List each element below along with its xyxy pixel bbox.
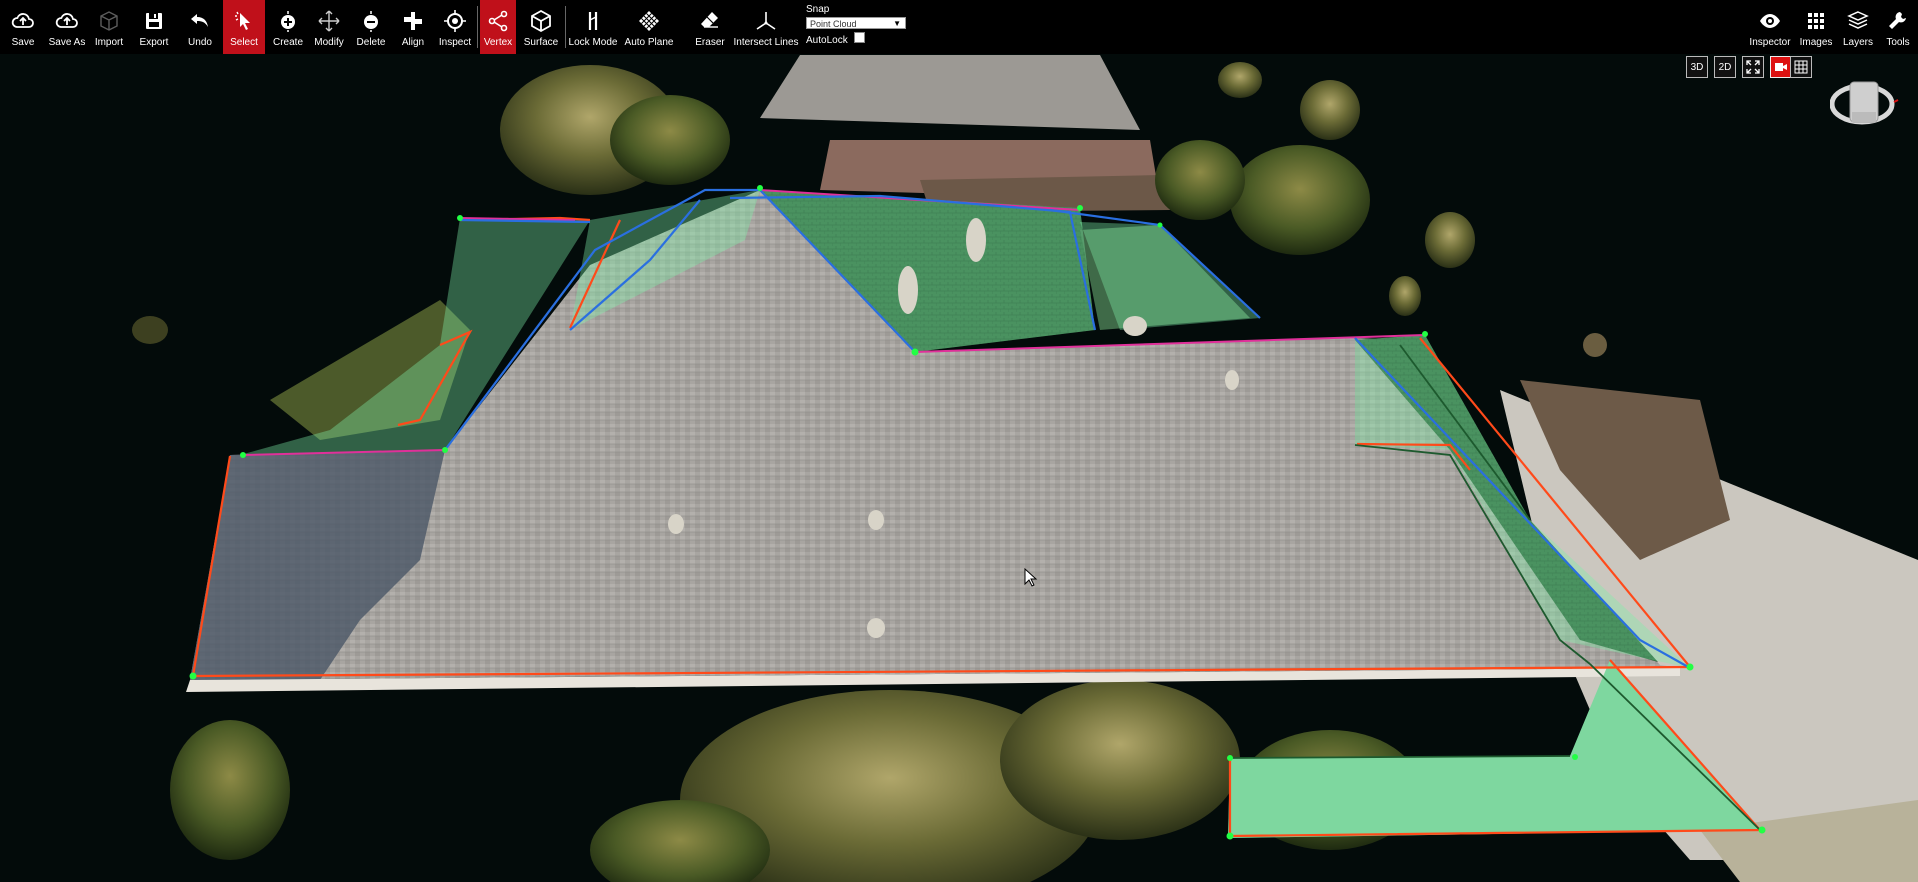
- cloud-upload-icon: [53, 7, 81, 35]
- cube-icon: [527, 7, 555, 35]
- grid-toggle-button[interactable]: [1790, 56, 1812, 78]
- align-label: Align: [401, 37, 425, 48]
- modify-button[interactable]: Modify: [312, 0, 346, 54]
- crosshair-icon: [441, 7, 469, 35]
- view-2d-button[interactable]: 2D: [1714, 56, 1736, 78]
- eraser-icon: [696, 7, 724, 35]
- align-button[interactable]: Align: [398, 0, 428, 54]
- inspect-label: Inspect: [438, 37, 472, 48]
- autolock-label: AutoLock: [806, 35, 848, 46]
- inspector-label: Inspector: [1749, 37, 1791, 48]
- tools-button[interactable]: Tools: [1882, 0, 1914, 54]
- import-label: Import: [94, 37, 124, 48]
- snap-group: Snap Point Cloud ▼ AutoLock: [806, 4, 916, 52]
- mouse-cursor-icon: [1024, 568, 1038, 587]
- main-toolbar: Save Save As Import Export Undo Select C…: [0, 0, 1918, 54]
- intersect-lines-label: Intersect Lines: [733, 37, 799, 48]
- export-button[interactable]: Export: [138, 0, 170, 54]
- wrench-icon: [1884, 7, 1912, 35]
- pointer-icon: [230, 7, 258, 35]
- create-label: Create: [272, 37, 303, 48]
- autolock-row: AutoLock: [806, 32, 916, 46]
- toolbar-divider: [565, 6, 566, 48]
- export-label: Export: [139, 37, 169, 48]
- layers-icon: [1844, 7, 1872, 35]
- intersect-lines-button[interactable]: Intersect Lines: [733, 0, 799, 54]
- undo-button[interactable]: Undo: [184, 0, 216, 54]
- eraser-label: Eraser: [695, 37, 725, 48]
- save-as-label: Save As: [48, 37, 86, 48]
- undo-label: Undo: [188, 37, 212, 48]
- lock-mode-button[interactable]: Lock Mode: [568, 0, 618, 54]
- inspector-button[interactable]: Inspector: [1748, 0, 1792, 54]
- box-outline-icon: [95, 7, 123, 35]
- view-3d-button[interactable]: 3D: [1686, 56, 1708, 78]
- vertex-button[interactable]: Vertex: [480, 0, 516, 54]
- cloud-upload-icon: [9, 7, 37, 35]
- select-label: Select: [230, 37, 258, 48]
- grid-icon: [1794, 60, 1808, 74]
- move-arrows-icon: [315, 7, 343, 35]
- vertex-share-icon: [484, 7, 512, 35]
- caret-down-icon: ▼: [893, 19, 901, 28]
- vertex-label: Vertex: [483, 37, 513, 48]
- surface-label: Surface: [523, 37, 559, 48]
- eye-icon: [1756, 7, 1784, 35]
- delete-label: Delete: [356, 37, 386, 48]
- fullscreen-icon: [1746, 60, 1760, 74]
- toolbar-divider: [477, 6, 478, 48]
- snap-title: Snap: [806, 4, 830, 15]
- intersect-axes-icon: [752, 7, 780, 35]
- surface-button[interactable]: Surface: [522, 0, 560, 54]
- grid-icon: [1802, 7, 1830, 35]
- inspect-button[interactable]: Inspect: [438, 0, 472, 54]
- orientation-cube[interactable]: [1830, 78, 1900, 128]
- snap-select[interactable]: Point Cloud ▼: [806, 17, 906, 29]
- floppy-disk-icon: [140, 7, 168, 35]
- align-icon: [399, 7, 427, 35]
- images-label: Images: [1799, 37, 1833, 48]
- auto-plane-label: Auto Plane: [624, 37, 674, 48]
- snap-select-value: Point Cloud: [810, 19, 857, 29]
- 3d-viewport[interactable]: [0, 54, 1918, 882]
- tools-label: Tools: [1886, 37, 1910, 48]
- save-as-button[interactable]: Save As: [48, 0, 86, 54]
- autolock-checkbox[interactable]: [853, 32, 865, 43]
- lock-mode-label: Lock Mode: [568, 37, 618, 48]
- create-button[interactable]: Create: [272, 0, 304, 54]
- save-label: Save: [11, 37, 35, 48]
- fullscreen-button[interactable]: [1742, 56, 1764, 78]
- save-button[interactable]: Save: [6, 0, 40, 54]
- eraser-button[interactable]: Eraser: [692, 0, 728, 54]
- minus-circle-icon: [357, 7, 385, 35]
- video-camera-icon: [1775, 63, 1787, 71]
- auto-plane-button[interactable]: Auto Plane: [624, 0, 674, 54]
- images-button[interactable]: Images: [1798, 0, 1834, 54]
- plus-circle-icon: [274, 7, 302, 35]
- undo-arrow-icon: [186, 7, 214, 35]
- delete-button[interactable]: Delete: [354, 0, 388, 54]
- lock-mode-icon: [579, 7, 607, 35]
- record-button[interactable]: [1770, 56, 1792, 78]
- layers-label: Layers: [1842, 37, 1873, 48]
- import-button[interactable]: Import: [94, 0, 124, 54]
- select-button[interactable]: Select: [223, 0, 265, 54]
- layers-button[interactable]: Layers: [1840, 0, 1876, 54]
- modify-label: Modify: [314, 37, 344, 48]
- diamond-grid-icon: [635, 7, 663, 35]
